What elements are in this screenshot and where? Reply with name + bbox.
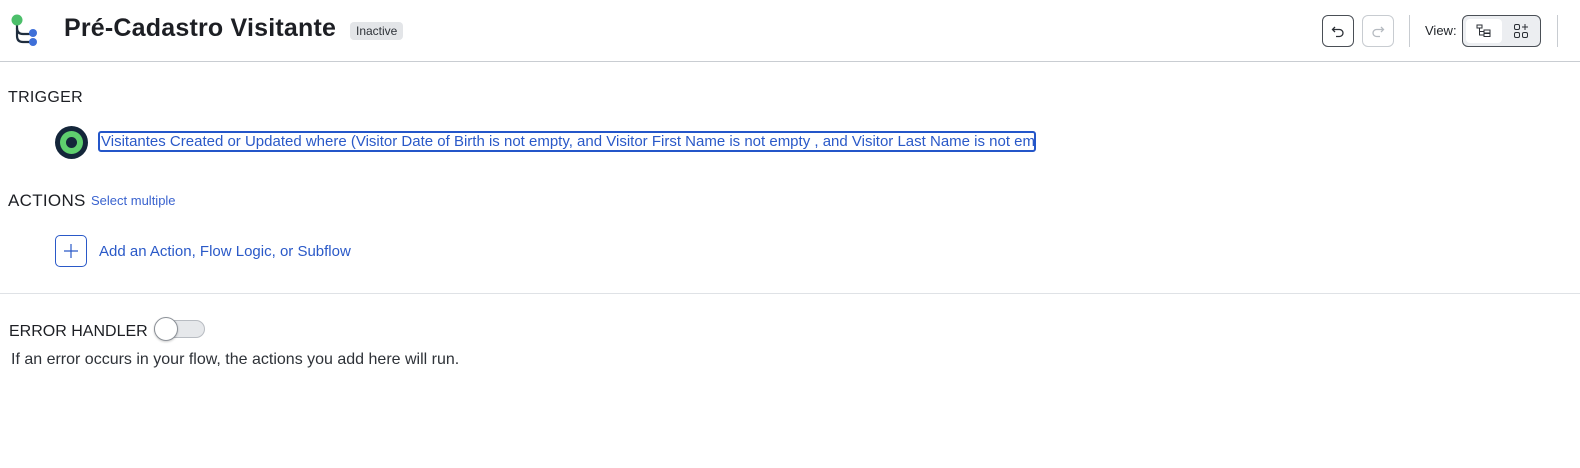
section-divider	[0, 293, 1580, 294]
undo-icon	[1331, 26, 1344, 38]
grid-view-icon	[1514, 24, 1528, 38]
add-action-button[interactable]	[55, 235, 87, 267]
undo-button[interactable]	[1322, 15, 1354, 47]
trigger-status-icon	[55, 126, 88, 159]
status-badge: Inactive	[350, 22, 404, 40]
actions-heading: ACTIONS	[8, 191, 86, 210]
error-handler-heading: ERROR HANDLER	[9, 323, 148, 340]
page-title: Pré-Cadastro Visitante	[64, 14, 337, 42]
error-handler-toggle[interactable]	[154, 317, 205, 341]
trigger-summary-link[interactable]: Visitantes Created or Updated where (Vis…	[98, 131, 1036, 152]
flow-tree-icon	[11, 14, 37, 46]
header-divider-right	[1557, 15, 1558, 47]
tree-view-button[interactable]	[1466, 19, 1502, 43]
add-action-label[interactable]: Add an Action, Flow Logic, or Subflow	[99, 243, 351, 260]
flow-header: Pré-Cadastro Visitante Inactive View:	[0, 0, 1580, 62]
tree-view-icon	[1476, 24, 1491, 37]
toggle-knob	[154, 317, 178, 341]
trigger-heading: TRIGGER	[8, 89, 83, 106]
header-divider	[1409, 15, 1410, 47]
plus-icon	[64, 244, 78, 258]
error-handler-description: If an error occurs in your flow, the act…	[11, 351, 460, 368]
view-label: View:	[1425, 23, 1457, 38]
grid-view-button[interactable]	[1503, 19, 1539, 43]
redo-button[interactable]	[1362, 15, 1394, 47]
redo-icon	[1372, 26, 1385, 38]
select-multiple-link[interactable]: Select multiple	[91, 193, 176, 208]
view-toggle	[1462, 15, 1541, 47]
